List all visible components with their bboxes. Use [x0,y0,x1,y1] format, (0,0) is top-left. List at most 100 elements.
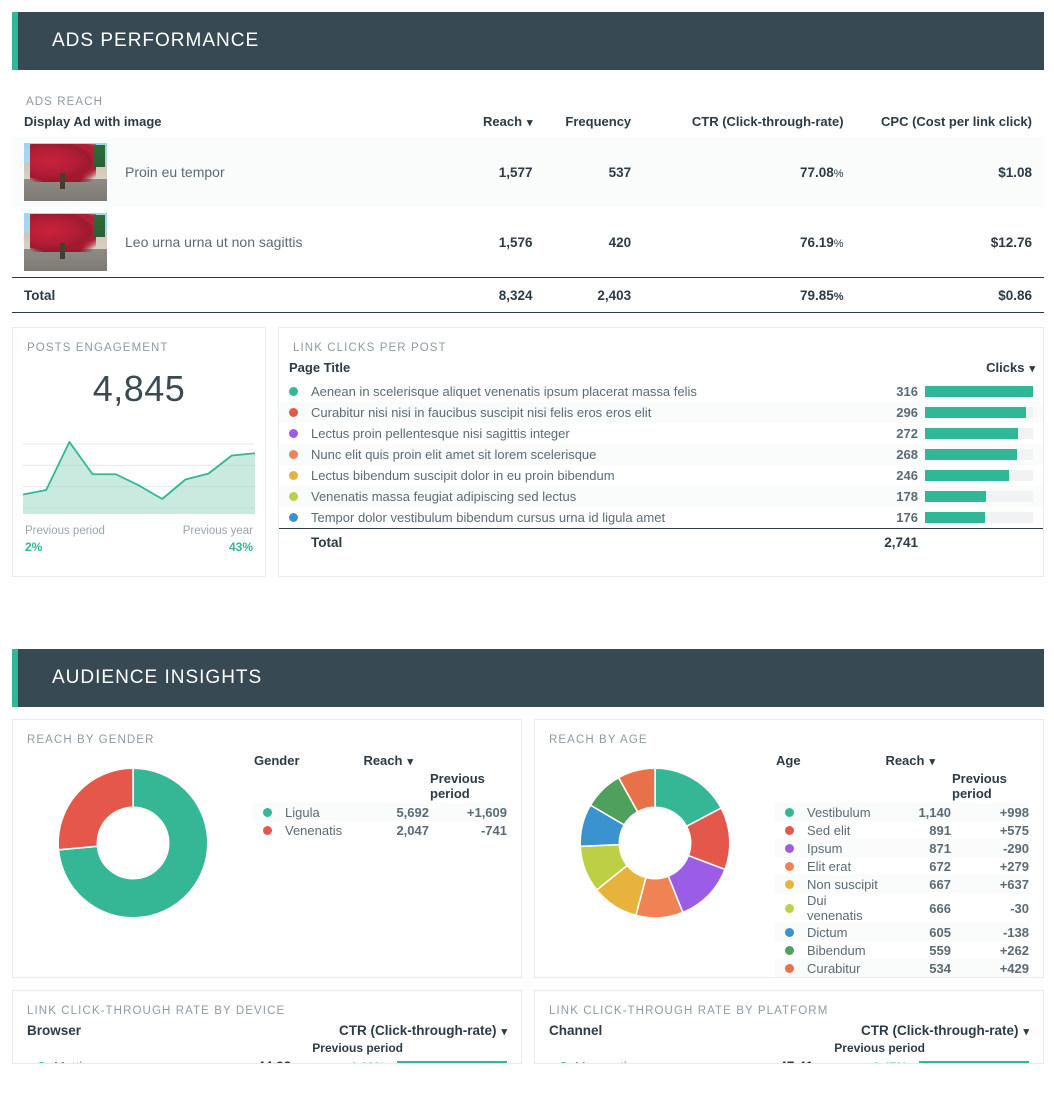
total-clicks: 2,741 [872,528,925,555]
series-color-dot [289,513,298,522]
channel-bar [919,1061,1029,1063]
ad-cpc: $12.76 [990,234,1032,250]
chevron-down-icon: ▾ [407,756,413,768]
list-item[interactable]: Dui venenatis 666 -30 [775,893,1029,923]
previous-period-label: Previous period [430,771,485,801]
series-color-dot [289,450,298,459]
age-legend-body: Vestibulum 1,140 +998 Sed elit 891 +575 Ipsum 8… [775,803,1029,977]
table-row[interactable]: Nunc elit quis proin elit amet sit lorem… [279,444,1043,465]
list-item[interactable]: Dictum 605 -138 [775,923,1029,941]
table-row[interactable]: Curabitur nisi nisi in faucibus suscipit… [279,402,1043,423]
previous-year-value: 43% [228,540,253,554]
column-header-reach[interactable]: Reach ▾ [442,114,533,137]
table-header-row: Page Title Clicks ▾ [279,360,1043,381]
ad-cpc: $1.08 [998,164,1032,180]
column-header-browser[interactable]: Browser [27,1023,81,1038]
list-item[interactable]: Vestibulum 1,140 +998 [775,803,1029,821]
ctr-by-platform-card: LINK CLICK-THROUGH RATE BY PLATFORM Chan… [534,990,1044,1064]
column-header-age[interactable]: Age [775,752,884,770]
total-reach: 8,324 [442,277,533,313]
post-title: Venenatis massa feugiat adipiscing sed l… [311,486,872,507]
series-color-dot [785,825,794,835]
ad-frequency: 420 [608,234,632,250]
segment-value: 871 [884,839,951,857]
segment-previous-delta: +1,609 [429,803,507,821]
column-header-gender[interactable]: Gender [253,752,351,770]
reach-by-gender-title: REACH BY GENDER [27,734,155,746]
segment-previous-delta: +998 [951,803,1029,821]
column-header-clicks[interactable]: Clicks ▾ [872,360,1043,381]
post-bar [925,444,1043,465]
column-header-reach[interactable]: Reach ▾ [884,752,951,770]
dashboard-page: ADS PERFORMANCE ADS REACH Display Ad wit… [0,12,1054,1064]
ad-frequency: 537 [608,164,632,180]
column-header-ctr[interactable]: CTR (Click-through-rate) ▾ [861,1023,1029,1038]
series-dot-cell [279,381,311,402]
series-dot-cell [775,857,807,875]
posts-engagement-value: 4,845 [92,368,186,409]
segment-name: Dui venenatis [807,893,863,923]
link-clicks-title: LINK CLICKS PER POST [293,342,447,354]
list-item[interactable]: Bibendum 559 +262 [775,941,1029,959]
list-item[interactable]: Non suscipit 667 +637 [775,875,1029,893]
table-row[interactable]: Aenean in scelerisque aliquet venenatis … [279,381,1043,402]
previous-period-label: Previous period [952,771,1007,801]
table-row[interactable]: Venenatis massa feugiat adipiscing sed l… [279,486,1043,507]
total-ctr: 79.85% [631,277,844,313]
segment-name: Ligula [285,803,352,821]
ad-reach: 1,576 [498,234,533,250]
ctr-by-device-title: LINK CLICK-THROUGH RATE BY DEVICE [27,1005,286,1017]
list-item[interactable]: Venenatis 2,047 -741 [253,821,507,839]
previous-period-label: Previous period [25,525,105,537]
chevron-down-icon: ▾ [527,117,533,129]
list-item[interactable]: Ligula 5,692 +1,609 [253,803,507,821]
column-header-frequency[interactable]: Frequency [533,114,631,137]
ad-thumbnail [24,213,107,271]
post-bar [925,486,1043,507]
series-dot-cell [279,486,311,507]
list-item[interactable]: Venenatis 47.41% +2.47% [535,1059,1043,1064]
list-item[interactable]: Ipsum 871 -290 [775,839,1029,857]
table-row[interactable]: Lectus bibendum suscipit dolor in eu pro… [279,465,1043,486]
list-item[interactable]: Sed elit 891 +575 [775,821,1029,839]
ctr-by-platform-header: Channel CTR (Click-through-rate) ▾ [535,1023,1043,1038]
ad-name: Leo urna urna ut non sagittis [125,234,303,250]
table-row[interactable]: Leo urna urna ut non sagittis 1,576 420 76.… [12,207,1044,278]
post-bar [925,465,1043,486]
table-row[interactable]: Tempor dolor vestibulum bibendum cursus … [279,507,1043,529]
table-row[interactable]: Proin eu tempor 1,577 537 77.08% $1.08 [12,137,1044,207]
segment-value: 2,047 [396,822,429,838]
post-clicks: 246 [896,468,918,483]
previous-period-label: Previous period [312,1041,403,1055]
column-header-channel[interactable]: Channel [549,1023,602,1038]
column-header-page-title[interactable]: Page Title [279,360,872,381]
segment-previous-delta: +429 [951,959,1029,977]
series-color-dot [37,1062,46,1063]
series-color-dot [289,429,298,438]
column-header-ctr[interactable]: CTR (Click-through-rate) ▾ [339,1023,507,1038]
chevron-down-icon: ▾ [1023,1026,1029,1038]
age-donut-chart [535,752,775,928]
post-bar [925,423,1043,444]
column-header-cpc[interactable]: CPC (Cost per link click) [844,114,1044,137]
table-header-row: Display Ad with image Reach ▾ Frequency C… [12,114,1044,137]
link-clicks-table: Page Title Clicks ▾ Aenean in scelerisque… [279,360,1043,555]
series-dot-cell [279,465,311,486]
column-header-reach[interactable]: Reach ▾ [351,752,429,770]
ads-reach-body: Proin eu tempor 1,577 537 77.08% $1.08 Leo ur… [12,137,1044,313]
list-item[interactable]: Mattis 44.93% +3.29% [13,1059,521,1063]
chevron-down-icon: ▾ [929,756,935,768]
table-row[interactable]: Lectus proin pellentesque nisi sagittis … [279,423,1043,444]
list-item[interactable]: Elit erat 672 +279 [775,857,1029,875]
reach-by-age-title: REACH BY AGE [549,734,648,746]
column-header-display-ad[interactable]: Display Ad with image [12,114,442,137]
previous-period-label: Previous period [834,1041,925,1055]
channel-previous-delta: +2.47% [823,1060,907,1064]
series-color-dot [263,807,272,817]
total-frequency: 2,403 [532,277,632,313]
channel-ctr-value: 47.41% [779,1059,823,1063]
series-color-dot [785,879,794,889]
sparkline-footer-values: 2% 43% [13,537,265,554]
list-item[interactable]: Curabitur 534 +429 [775,959,1029,977]
column-header-ctr[interactable]: CTR (Click-through-rate) [631,114,844,137]
